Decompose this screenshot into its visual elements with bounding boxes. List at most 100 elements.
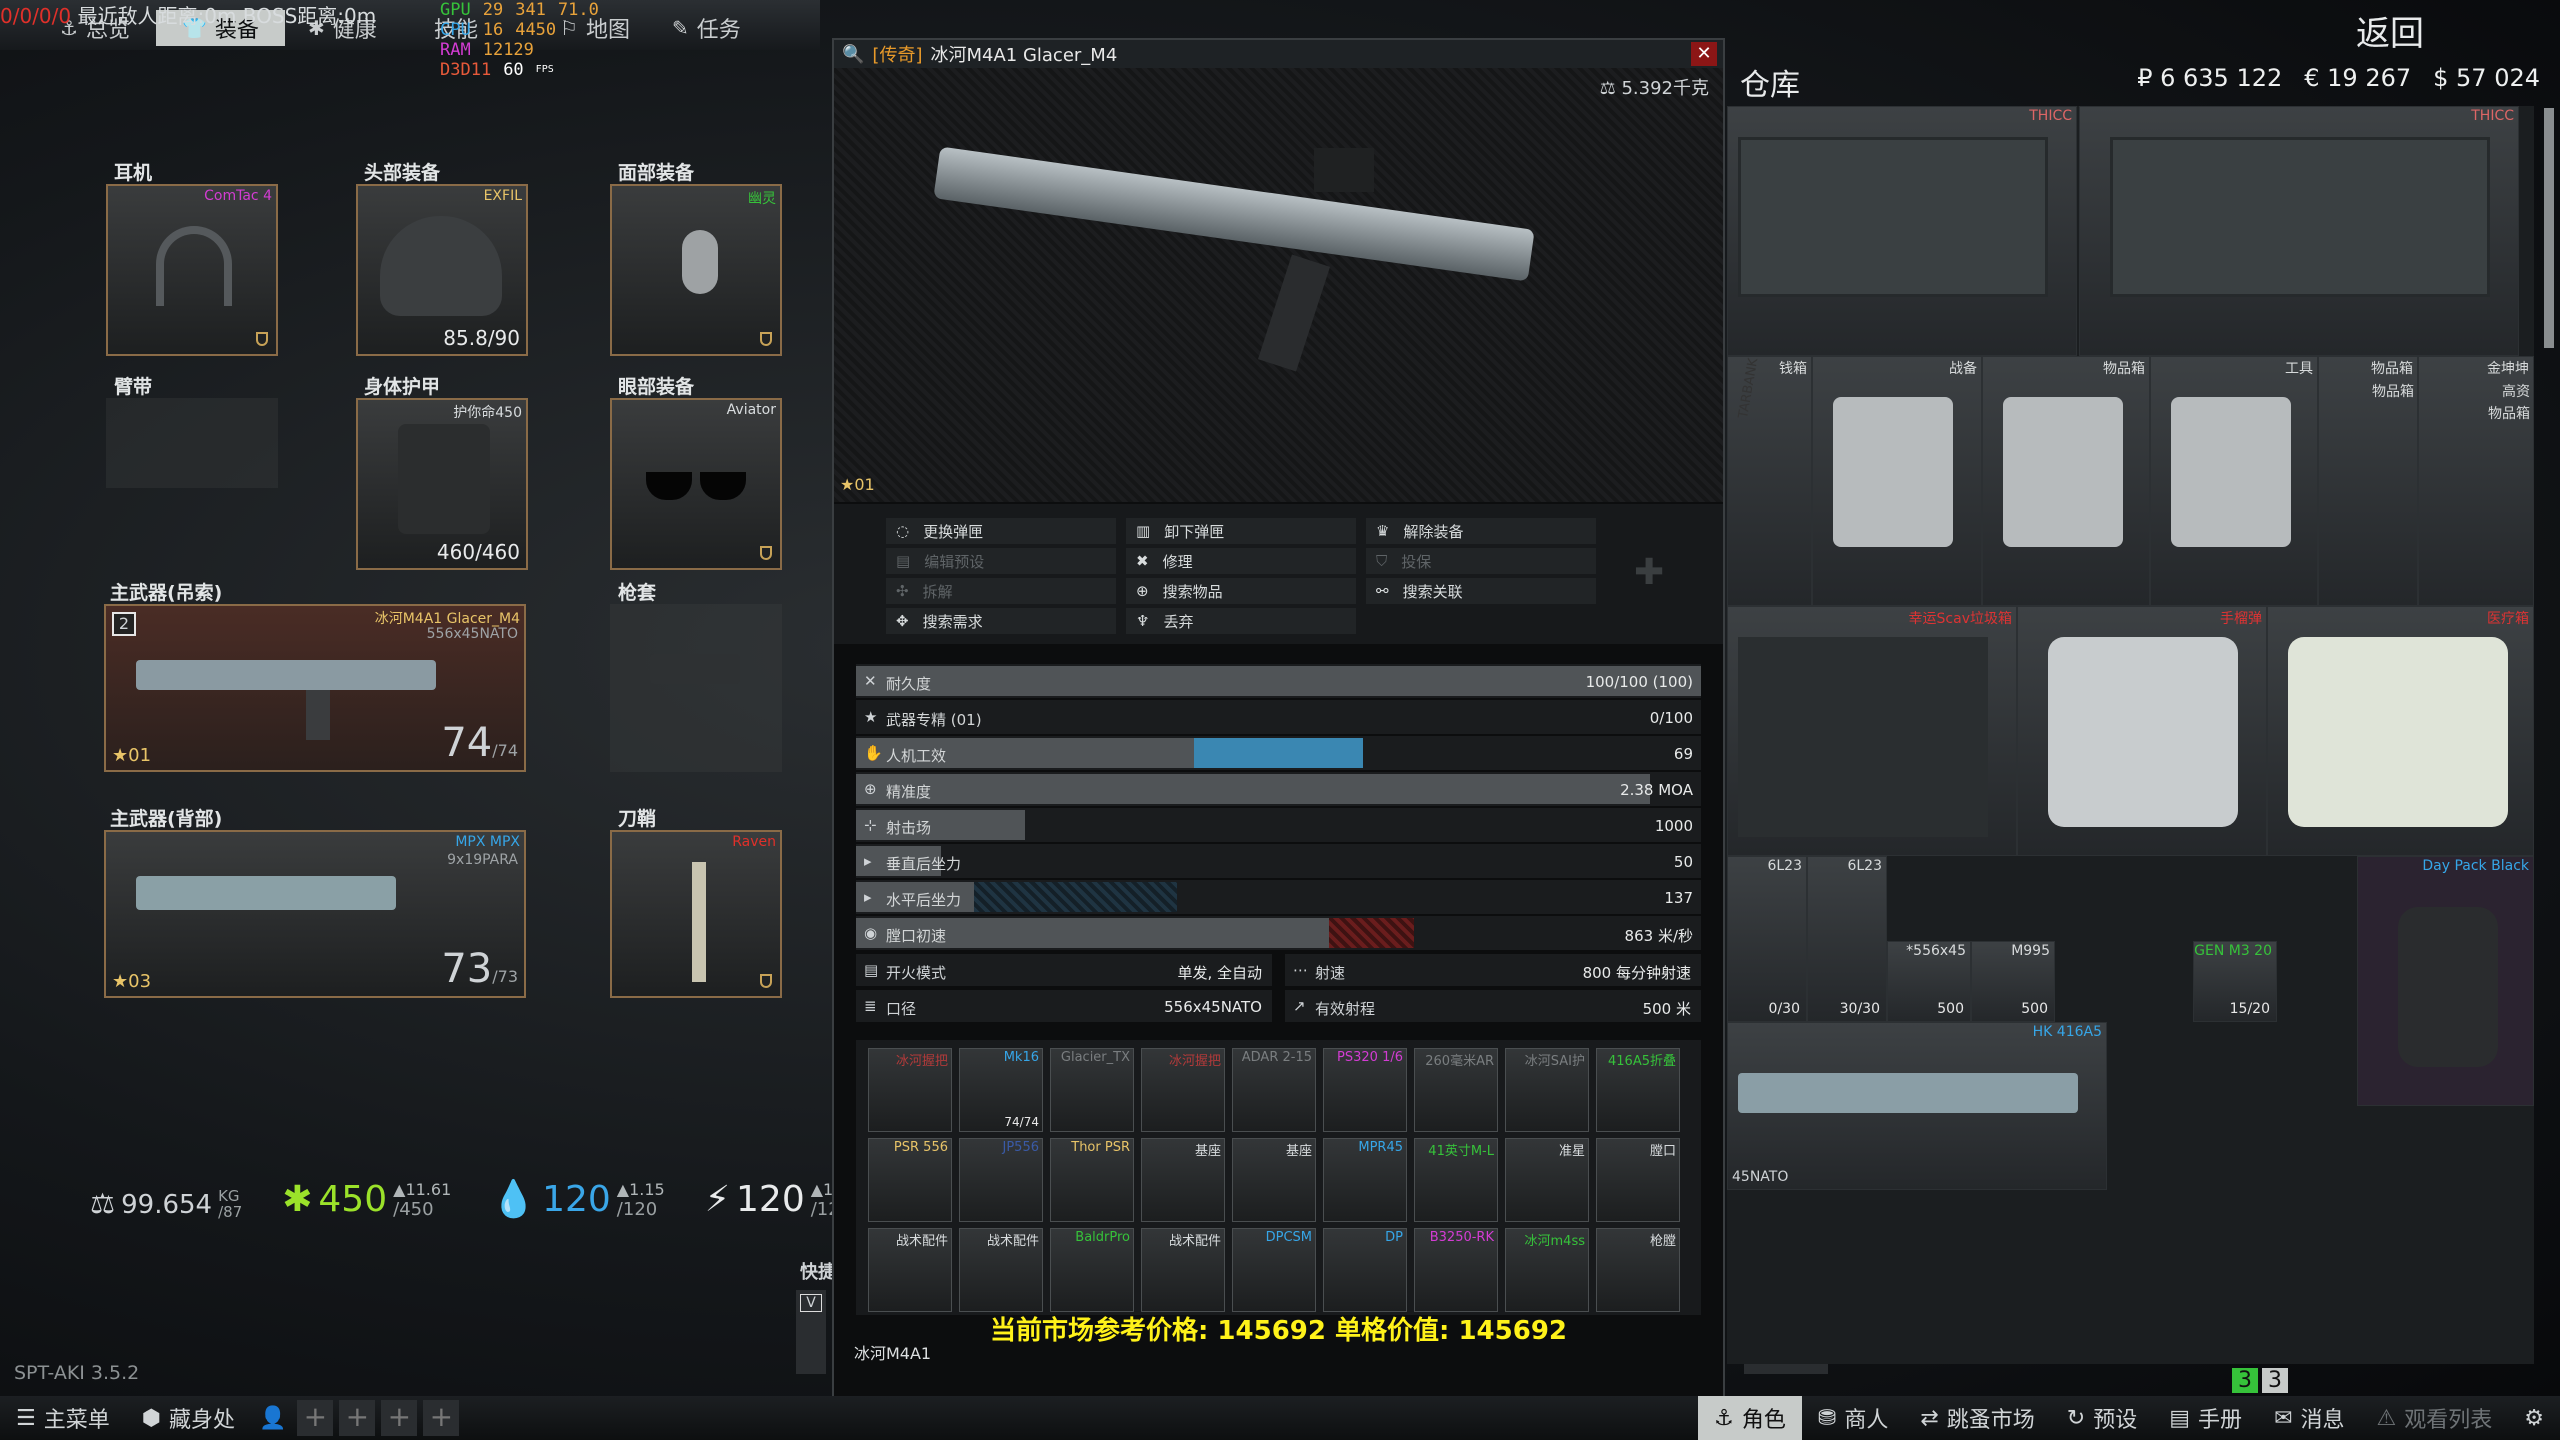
- group-slot-1[interactable]: +: [297, 1400, 334, 1436]
- mod-slot[interactable]: B3250-RK: [1414, 1228, 1498, 1312]
- stash-item-ammo-case[interactable]: 战备: [1812, 356, 1982, 606]
- mod-name: 准星: [1558, 1144, 1585, 1159]
- container-icon: [1833, 397, 1953, 547]
- insure-button[interactable]: ⛉ 投保: [1366, 548, 1596, 574]
- quick-slot-v[interactable]: V: [796, 1290, 826, 1374]
- stash-item-money-case[interactable]: 钱箱 TARBANK: [1727, 356, 1812, 606]
- change-magazine-button[interactable]: ◌ 更换弹匣: [886, 518, 1116, 544]
- messages-button[interactable]: ✉ 消息: [2258, 1396, 2360, 1440]
- stash-scrollbar[interactable]: [2544, 108, 2554, 348]
- hydration-stat: 💧 120 ▲1.15/120: [491, 1179, 665, 1220]
- mod-slot[interactable]: 260毫米AR: [1414, 1048, 1498, 1132]
- watchlist-button[interactable]: ⚠ 观看列表: [2361, 1396, 2509, 1440]
- stash-item-ammo-m995[interactable]: M995 500: [1971, 941, 2055, 1022]
- handbook-button[interactable]: ▤ 手册: [2153, 1396, 2258, 1440]
- flea-market-button[interactable]: ⇄ 跳蚤市场: [1904, 1396, 2050, 1440]
- earpiece-slot[interactable]: ComTac 4: [106, 184, 278, 356]
- stash-label-row: 物品箱 高资: [2372, 384, 2530, 400]
- stash-item-items-case-1[interactable]: 物品箱: [1982, 356, 2150, 606]
- primary-sling-slot[interactable]: 2 冰河M4A1 Glacer_M4 556x45NATO ★01 74/74: [104, 604, 526, 772]
- search-needs-button[interactable]: ✥ 搜索需求: [886, 608, 1116, 634]
- mod-slot[interactable]: PS320 1/6: [1323, 1048, 1407, 1132]
- mod-slot[interactable]: 基座: [1232, 1138, 1316, 1222]
- currency-display: ₽ 6 635 122 € 19 267 $ 57 024: [2137, 64, 2540, 92]
- armor-slot[interactable]: 护你命450 460/460: [356, 398, 528, 570]
- character-button[interactable]: ⚓ 角色: [1698, 1396, 1802, 1440]
- mod-slot[interactable]: 枪膛: [1596, 1228, 1680, 1312]
- back-button[interactable]: 返回: [2356, 6, 2424, 55]
- unequip-button[interactable]: ♛ 解除装备: [1366, 518, 1596, 544]
- mod-slot[interactable]: 冰河握把: [868, 1048, 952, 1132]
- inspect-title-bar[interactable]: 🔍 [传奇] 冰河M4A1 Glacer_M4: [834, 40, 1723, 68]
- weapon-preview[interactable]: ★01: [834, 68, 1723, 502]
- mod-slot[interactable]: DP: [1323, 1228, 1407, 1312]
- armband-slot[interactable]: [106, 398, 278, 488]
- presets-button[interactable]: ↻ 预设: [2051, 1396, 2153, 1440]
- stash-item-thicc-case[interactable]: THICC: [1727, 106, 2077, 356]
- mod-slot[interactable]: 冰河m4ss: [1505, 1228, 1589, 1312]
- stat-value: 50: [1673, 853, 1693, 871]
- stash-item-hk416[interactable]: HK 416A5 45NATO: [1727, 1022, 2107, 1190]
- primary-back-slot[interactable]: MPX MPX 9x19PARA ★03 73/73: [104, 830, 526, 998]
- mod-slot[interactable]: Thor PSR: [1050, 1138, 1134, 1222]
- tab-tasks[interactable]: ✎ 任务: [672, 10, 741, 46]
- search-icon: ⊕: [1136, 582, 1149, 600]
- mod-slot[interactable]: 冰河握把: [1141, 1048, 1225, 1132]
- search-item-button[interactable]: ⊕ 搜索物品: [1126, 578, 1356, 604]
- friends-button[interactable]: 👤: [251, 1396, 294, 1440]
- scabbard-slot[interactable]: Raven: [610, 830, 782, 998]
- headwear-slot[interactable]: EXFIL 85.8/90: [356, 184, 528, 356]
- mod-slot[interactable]: 416A5折叠: [1596, 1048, 1680, 1132]
- mod-slot[interactable]: 战术配件: [868, 1228, 952, 1312]
- mod-slot[interactable]: MPR45: [1323, 1138, 1407, 1222]
- mod-slot[interactable]: DPCSM: [1232, 1228, 1316, 1312]
- stash-item-thicc-case-2[interactable]: THICC: [2079, 106, 2519, 356]
- discard-icon: ♆: [1136, 612, 1150, 630]
- stash-item-ammo-556[interactable]: *556x45 500: [1887, 941, 1971, 1022]
- group-slot-4[interactable]: +: [423, 1400, 460, 1436]
- headset-icon: [156, 226, 232, 306]
- stash-item-scav-junkbox[interactable]: 幸运Scav垃圾箱: [1727, 606, 2017, 856]
- edit-preset-button[interactable]: ▤ 编辑预设: [886, 548, 1116, 574]
- mod-slot[interactable]: Mk16 74/74: [959, 1048, 1043, 1132]
- mod-slot[interactable]: 冰河SAI护: [1505, 1048, 1589, 1132]
- group-slot-2[interactable]: +: [339, 1400, 376, 1436]
- unload-magazine-button[interactable]: ▥ 卸下弹匣: [1126, 518, 1356, 544]
- hideout-button[interactable]: ⬢ 藏身处: [126, 1396, 251, 1440]
- disassemble-button[interactable]: ✣ 拆解: [886, 578, 1116, 604]
- mod-slot[interactable]: 膛口: [1596, 1138, 1680, 1222]
- mod-slot[interactable]: 战术配件: [959, 1228, 1043, 1312]
- mod-slot[interactable]: 基座: [1141, 1138, 1225, 1222]
- discard-button[interactable]: ♆ 丢弃: [1126, 608, 1356, 634]
- mod-slot[interactable]: PSR 556: [868, 1138, 952, 1222]
- stat-icon: ✕: [864, 672, 877, 690]
- stash-item-grenade-case[interactable]: 手榴弹: [2017, 606, 2267, 856]
- stash-item-gen-m3[interactable]: GEN M3 20 15/20: [2193, 941, 2277, 1022]
- mod-slot[interactable]: ADAR 2-15: [1232, 1048, 1316, 1132]
- mod-slot[interactable]: 战术配件: [1141, 1228, 1225, 1312]
- mod-slot[interactable]: BaldrPro: [1050, 1228, 1134, 1312]
- stat-label: 武器专精 (01): [886, 711, 982, 729]
- stash-item-medical-case[interactable]: 医疗箱: [2267, 606, 2534, 856]
- stash-item-mag-1[interactable]: 6L23 0/30: [1727, 856, 1807, 1022]
- mod-slot[interactable]: JP556: [959, 1138, 1043, 1222]
- mod-slot[interactable]: Glacier_TX: [1050, 1048, 1134, 1132]
- group-slot-3[interactable]: +: [381, 1400, 418, 1436]
- face-slot[interactable]: 幽灵: [610, 184, 782, 356]
- stat-label: 膛口初速: [886, 927, 947, 945]
- close-button[interactable]: ✕: [1691, 42, 1717, 66]
- search-linked-button[interactable]: ⚯ 搜索关联: [1366, 578, 1596, 604]
- main-menu-button[interactable]: ☰ 主菜单: [0, 1396, 126, 1440]
- mod-slot[interactable]: 41英寸M-L: [1414, 1138, 1498, 1222]
- stat-row: ✕ 耐久度 100/100 (100): [856, 664, 1701, 698]
- holster-slot[interactable]: [610, 604, 782, 772]
- repair-button[interactable]: ✖ 修理: [1126, 548, 1356, 574]
- eyewear-slot[interactable]: Aviator: [610, 398, 782, 570]
- traders-button[interactable]: ⛃ 商人: [1802, 1396, 1904, 1440]
- stash-item-tool-case[interactable]: 工具: [2150, 356, 2318, 606]
- settings-button[interactable]: ⚙: [2508, 1396, 2560, 1440]
- stash-item-day-pack[interactable]: Day Pack Black: [2357, 856, 2534, 1106]
- mod-name: 战术配件: [1168, 1234, 1221, 1249]
- stash-item-mag-2[interactable]: 6L23 30/30: [1807, 856, 1887, 1022]
- mod-slot[interactable]: 准星: [1505, 1138, 1589, 1222]
